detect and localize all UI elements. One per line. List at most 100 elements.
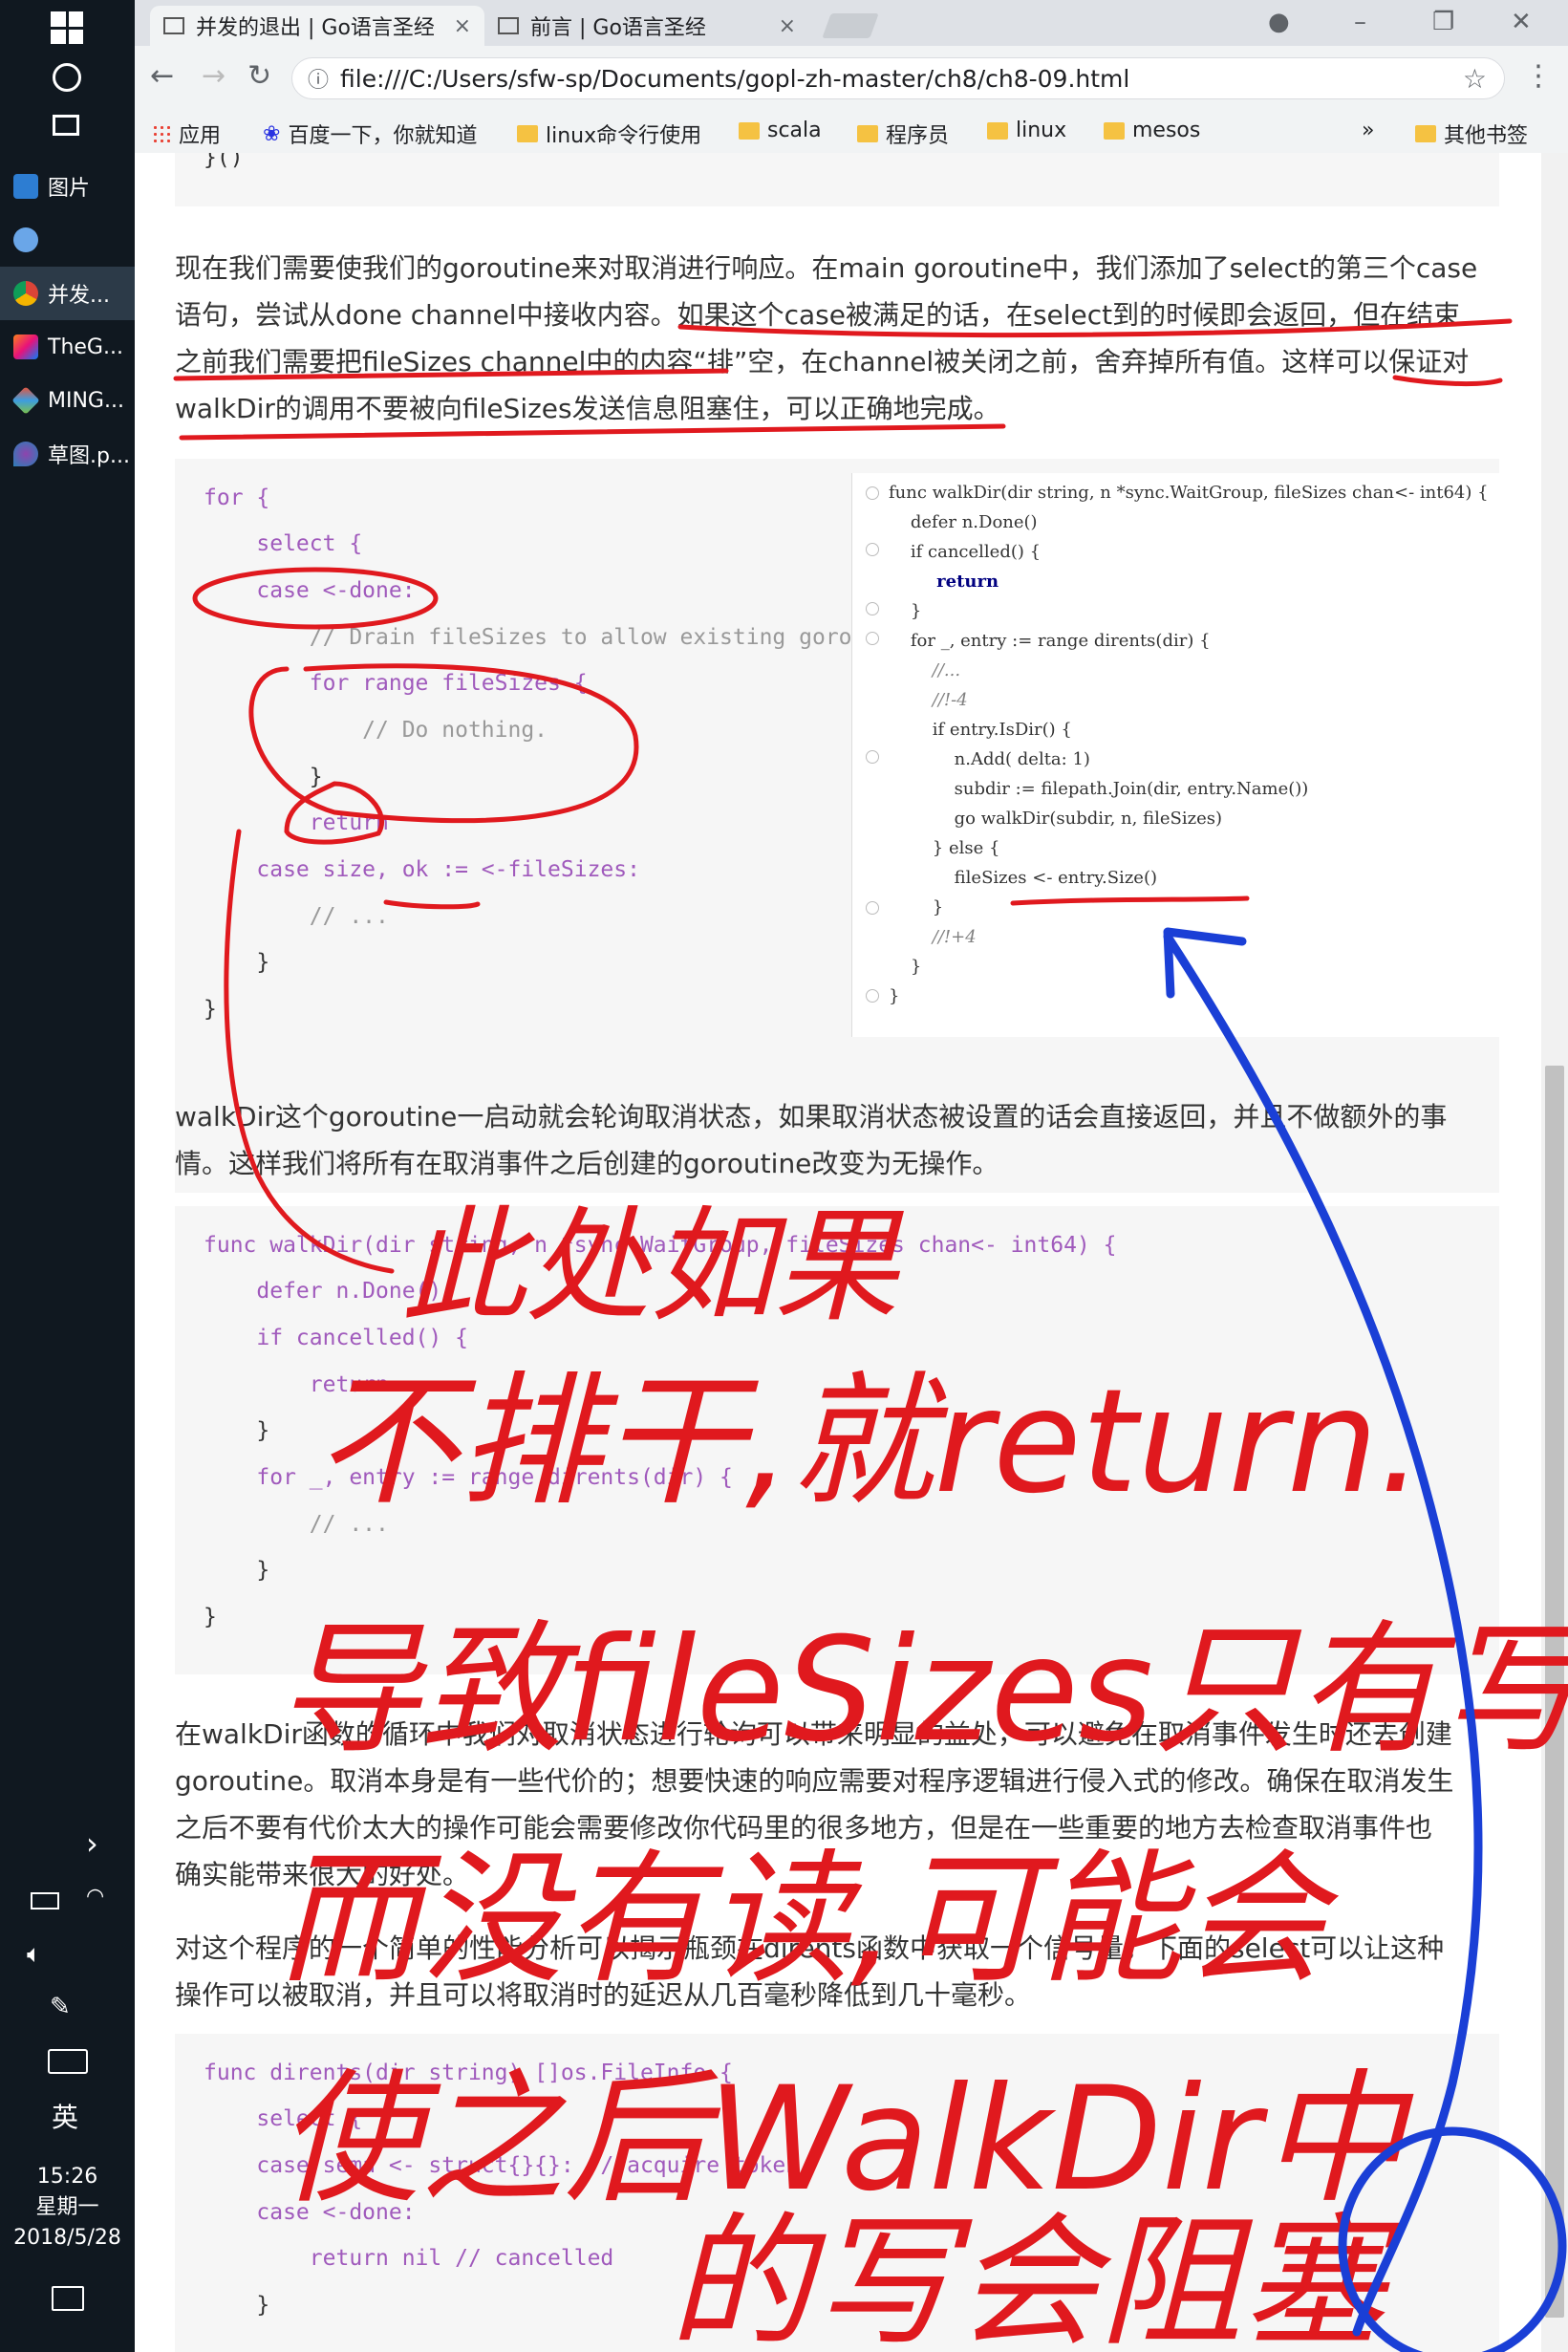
taskbar-item-git[interactable]: MING...: [0, 374, 135, 427]
tab-inactive[interactable]: 前言 | Go语言圣经 ×: [484, 6, 809, 46]
ide-code-line: }: [889, 897, 944, 917]
clock-date: 2018/5/28: [13, 2226, 121, 2250]
bookmark-label: 程序员: [886, 124, 950, 148]
bookmark-apps[interactable]: 应用: [152, 119, 221, 149]
keyboard-icon[interactable]: [48, 2049, 88, 2074]
bookmark-linux-cmd[interactable]: linux命令行使用: [517, 119, 701, 149]
minimize-icon[interactable]: –: [1354, 8, 1366, 36]
bookmark-baidu[interactable]: ❀ 百度一下，你就知道: [263, 119, 477, 149]
reload-icon[interactable]: ↻: [247, 59, 271, 93]
clock-time[interactable]: 15:26: [0, 2162, 135, 2192]
notification-icon[interactable]: [52, 2286, 84, 2311]
browser-toolbar: ← → ↻ ⓘ file:///C:/Users/sfw-sp/Document…: [135, 46, 1568, 111]
bookmark-label: linux: [1016, 119, 1067, 142]
page-icon: [498, 17, 519, 34]
ide-screenshot: func walkDir(dir string, n *sync.WaitGro…: [851, 473, 1559, 1037]
code-line: }: [204, 2293, 270, 2318]
volume-icon[interactable]: 🔈︎: [27, 1940, 42, 1970]
info-icon[interactable]: ⓘ: [308, 63, 329, 94]
paragraph-line: 之前我们需要把fileSizes channel中的内容“排”空，在channe…: [175, 346, 1470, 378]
forward-icon[interactable]: →: [202, 59, 226, 93]
ide-code-line: for _, entry := range dirents(dir) {: [889, 631, 1211, 651]
code-line: defer n.Done(): [204, 1279, 442, 1304]
scrollbar-thumb[interactable]: [1545, 1066, 1564, 2318]
taskbar-item-sketch[interactable]: 草图.p...: [0, 427, 135, 481]
pen-icon: [13, 442, 38, 466]
taskbar-item-label: TheG...: [48, 334, 123, 359]
code-line: // Do nothing.: [204, 718, 548, 743]
tab-active[interactable]: 并发的退出 | Go语言圣经 ×: [150, 6, 484, 46]
windows-taskbar: 图片 并发... TheG... MING... 草图.p... › ◠ 🔈︎ …: [0, 0, 135, 2352]
fold-marker: [866, 901, 879, 915]
ide-code-line: //!+4: [889, 927, 977, 947]
code-block-walkdir: func walkDir(dir string, n *sync.WaitGro…: [175, 1206, 1499, 1674]
ide-code-line: fileSizes <- entry.Size(): [889, 868, 1157, 888]
code-line: for range fileSizes {: [204, 671, 588, 696]
bookmark-programmer[interactable]: 程序员: [857, 119, 949, 149]
code-line: }: [204, 997, 217, 1022]
intellij-icon: [13, 334, 38, 359]
chrome-icon: [13, 281, 38, 306]
address-bar[interactable]: ⓘ file:///C:/Users/sfw-sp/Documents/gopl…: [291, 57, 1505, 99]
photos-icon: [13, 174, 38, 199]
chevron-right-icon[interactable]: ›: [86, 1825, 98, 1862]
code-line: func walkDir(dir string, n *sync.WaitGro…: [204, 1233, 1117, 1258]
code-line: for {: [204, 486, 270, 510]
code-line: if cancelled() {: [204, 1326, 468, 1350]
taskbar-item-chrome[interactable]: 并发...: [0, 267, 135, 320]
more-bookmarks-chevron[interactable]: »: [1362, 119, 1374, 142]
fold-marker: [866, 486, 879, 500]
taskbar-item-label: 图片: [48, 177, 91, 201]
folder-icon: [517, 125, 538, 142]
paragraph-line: 在walkDir函数的循环中我们对取消状态进行轮询可以带来明显的益处，可以避免在…: [175, 1718, 1452, 1750]
tab-title: 前言 | Go语言圣经: [530, 16, 706, 40]
code-line: }: [204, 950, 270, 975]
bookmark-label: linux命令行使用: [546, 124, 702, 148]
bookmark-linux[interactable]: linux: [987, 119, 1066, 142]
menu-icon[interactable]: ⋮: [1524, 59, 1553, 93]
cortana-icon[interactable]: [53, 63, 81, 92]
restore-icon[interactable]: ❐: [1432, 8, 1454, 36]
taskbar-item-intellij[interactable]: TheG...: [0, 320, 135, 374]
code-line: return: [204, 1372, 389, 1397]
bookmark-mesos[interactable]: mesos: [1104, 119, 1200, 142]
code-line: }: [204, 765, 323, 789]
folder-icon: [857, 125, 878, 142]
taskbar-item-label: MING...: [48, 388, 124, 413]
scrollbar[interactable]: [1541, 153, 1568, 2352]
windows-start-icon[interactable]: [51, 11, 83, 44]
code-line: }(): [204, 153, 244, 170]
new-tab-button[interactable]: [822, 13, 879, 38]
battery-icon[interactable]: [31, 1892, 59, 1910]
paragraph-line: 现在我们需要使我们的goroutine来对取消进行响应。在main gorout…: [175, 252, 1478, 284]
taskbar-item-photos[interactable]: 图片: [0, 160, 135, 213]
back-icon[interactable]: ←: [150, 59, 174, 93]
code-block-top: }(): [175, 153, 1499, 206]
taskbar-item-paint[interactable]: [0, 213, 135, 267]
pen-ink-icon[interactable]: ✎: [50, 1993, 71, 2021]
paragraph-line: 之后不要有代价太大的操作可能会需要修改你代码里的很多地方，但是在一些重要的地方去…: [175, 1812, 1433, 1844]
code-line: case size, ok := <-fileSizes:: [204, 857, 640, 882]
ime-indicator[interactable]: 英: [52, 2097, 78, 2135]
page-icon: [163, 17, 184, 34]
wifi-icon[interactable]: ◠: [86, 1885, 104, 1909]
tab-title: 并发的退出 | Go语言圣经: [196, 16, 435, 40]
folder-icon: [739, 121, 760, 140]
ide-code-line: if entry.IsDir() {: [889, 720, 1072, 740]
bookmark-star-icon[interactable]: ☆: [1463, 63, 1487, 95]
code-line: return nil // cancelled: [204, 2246, 614, 2271]
page-content: }() 现在我们需要使我们的goroutine来对取消进行响应。在main go…: [135, 153, 1568, 2352]
window-close-icon[interactable]: ✕: [1511, 8, 1532, 36]
task-view-icon[interactable]: [53, 115, 79, 136]
apps-grid-icon: [152, 124, 171, 143]
ide-code-line: go walkDir(subdir, n, fileSizes): [889, 809, 1222, 829]
bookmark-scala[interactable]: scala: [739, 119, 822, 142]
close-icon[interactable]: ×: [779, 14, 796, 38]
bookmark-label: mesos: [1132, 119, 1201, 142]
bookmark-other[interactable]: 其他书签: [1415, 119, 1528, 149]
fold-marker: [866, 602, 879, 615]
code-line: // Drain fileSizes to allow existing gor…: [204, 625, 852, 650]
code-line: }: [204, 1558, 270, 1583]
close-icon[interactable]: ×: [454, 14, 471, 38]
profile-icon[interactable]: ●: [1268, 8, 1290, 36]
